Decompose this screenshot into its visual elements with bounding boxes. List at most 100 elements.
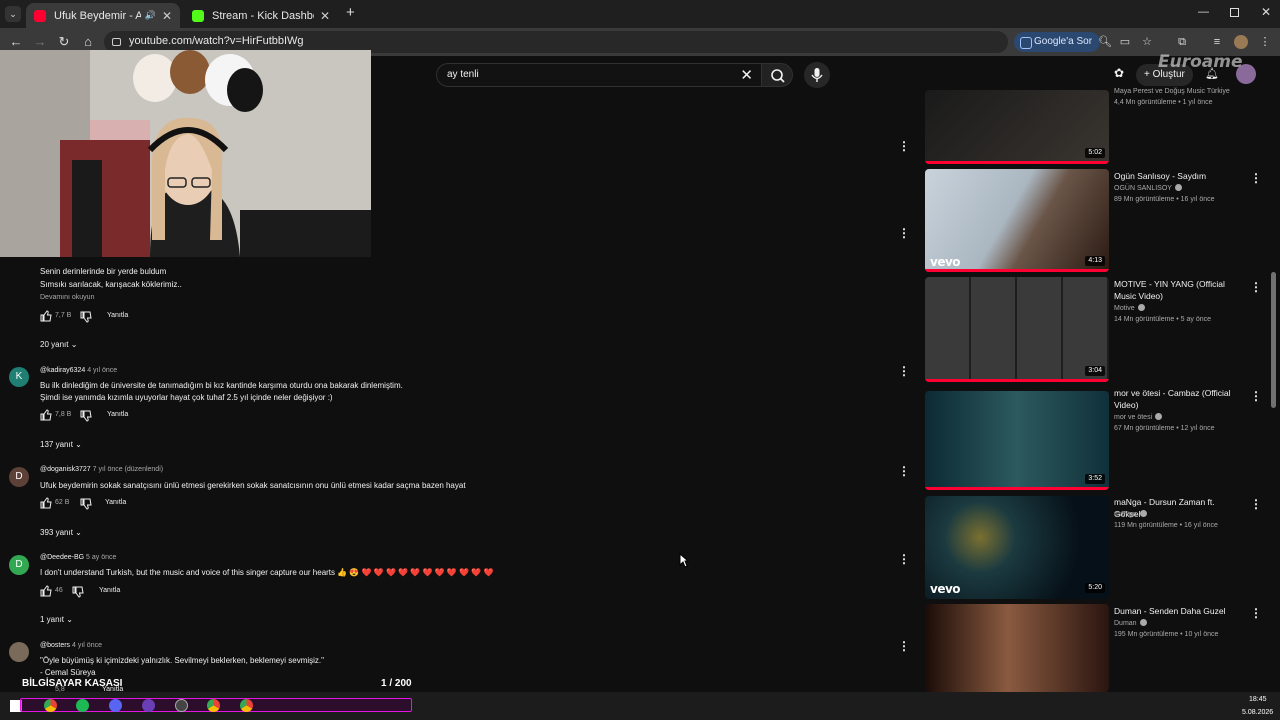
video-thumbnail[interactable]: [925, 604, 1109, 692]
tab-list-chevron-icon[interactable]: ⌄: [5, 6, 21, 22]
spotify-app-icon[interactable]: [76, 699, 89, 712]
video-channel[interactable]: OGÜN SANLISOY: [1114, 184, 1182, 192]
search-query-text: ay tenli: [447, 69, 479, 80]
forward-icon[interactable]: →: [32, 34, 48, 50]
like-count: 7,8 B: [55, 411, 72, 418]
minimize-icon[interactable]: —: [1198, 6, 1209, 18]
thumbs-down-icon[interactable]: [80, 311, 92, 323]
thumbs-up-icon[interactable]: [40, 497, 52, 509]
back-icon[interactable]: ←: [8, 34, 24, 50]
clock-date[interactable]: 5.08.2026: [1242, 709, 1273, 716]
replies-toggle[interactable]: 20 yanıt ⌄: [40, 340, 77, 349]
comment-text-line: Bu ilk dinlediğim de üniversite de tanım…: [40, 381, 403, 390]
video-title[interactable]: Duman - Senden Daha Guzel: [1114, 605, 1240, 617]
page-scrollbar[interactable]: [1271, 272, 1276, 408]
comment-menu-icon[interactable]: ⋮: [898, 552, 910, 566]
tab-youtube[interactable]: Ufuk Beydemir - Ay Tenli Kadın 🔊 ✕: [26, 3, 180, 28]
obs-app-icon[interactable]: [142, 699, 155, 712]
search-button[interactable]: [761, 63, 793, 87]
video-channel[interactable]: Duman: [1114, 619, 1147, 627]
mini-player-icon[interactable]: ✿: [1114, 66, 1128, 80]
app-icon[interactable]: [175, 699, 188, 712]
comment-avatar[interactable]: [9, 642, 29, 662]
replies-toggle[interactable]: 393 yanıt ⌄: [40, 528, 82, 537]
video-title[interactable]: Ogün Sanlısoy - Saydım: [1114, 170, 1240, 182]
comment-author[interactable]: @doganisk3727: [40, 466, 91, 473]
reply-button[interactable]: Yanıtla: [107, 312, 128, 319]
site-info-icon[interactable]: [112, 38, 121, 46]
video-duration: 5:20: [1085, 583, 1105, 593]
comment-menu-icon[interactable]: ⋮: [898, 464, 910, 478]
replies-toggle[interactable]: 1 yanıt ⌄: [40, 615, 73, 624]
reload-icon[interactable]: ↻: [56, 34, 72, 50]
reply-button[interactable]: Yanıtla: [105, 499, 126, 506]
thumbs-up-icon[interactable]: [40, 585, 52, 597]
chrome-app-icon[interactable]: [240, 699, 253, 712]
video-thumbnail[interactable]: vevo 4:13: [925, 169, 1109, 272]
video-channel[interactable]: mor ve ötesi: [1114, 413, 1163, 421]
comment-author[interactable]: @kadiray6324: [40, 367, 85, 374]
comment-menu-icon[interactable]: ⋮: [898, 364, 910, 378]
video-title[interactable]: MOTIVE - YIN YANG (Official Music Video): [1114, 278, 1240, 302]
comment-author[interactable]: @Deedee-BG: [40, 554, 84, 561]
comment-text-line: I don't understand Turkish, but the musi…: [40, 568, 494, 577]
menu-kebab-icon[interactable]: ⋮: [1258, 35, 1272, 49]
media-control-icon[interactable]: ≡: [1210, 35, 1224, 49]
discord-app-icon[interactable]: [109, 699, 122, 712]
comment-text-line: Ufuk beydemirin sokak sanatçısını ünlü e…: [40, 481, 466, 490]
bookmark-star-icon[interactable]: ☆: [1140, 35, 1154, 49]
video-menu-icon[interactable]: ⋮: [1250, 280, 1262, 294]
read-more-link[interactable]: Devamını okuyun: [40, 294, 94, 301]
home-icon[interactable]: ⌂: [80, 34, 96, 50]
video-menu-icon[interactable]: ⋮: [1250, 606, 1262, 620]
comment-menu-icon[interactable]: ⋮: [898, 139, 910, 153]
like-count: 7,7 B: [55, 312, 72, 319]
thumbs-up-icon[interactable]: [40, 310, 52, 322]
comment-author[interactable]: @bosters: [40, 642, 70, 649]
video-thumbnail[interactable]: 5:02: [925, 90, 1109, 164]
close-window-icon[interactable]: ✕: [1261, 5, 1271, 19]
zoom-icon[interactable]: 🔍︎: [1098, 35, 1112, 49]
thumbs-down-icon[interactable]: [72, 586, 84, 598]
reply-button[interactable]: Yanıtla: [99, 587, 120, 594]
chevron-down-icon: ⌄: [75, 528, 82, 537]
replies-toggle[interactable]: 137 yanıt ⌄: [40, 440, 82, 449]
video-channel[interactable]: Motive: [1114, 304, 1145, 312]
comment-menu-icon[interactable]: ⋮: [898, 639, 910, 653]
thumbs-down-icon[interactable]: [80, 410, 92, 422]
video-title[interactable]: mor ve ötesi - Cambaz (Official Video): [1114, 387, 1240, 411]
new-tab-button[interactable]: +: [346, 4, 355, 21]
video-thumbnail[interactable]: 3:04: [925, 277, 1109, 382]
speaker-icon[interactable]: 🔊: [145, 10, 156, 21]
video-menu-icon[interactable]: ⋮: [1250, 171, 1262, 185]
clock-time[interactable]: 18:45: [1249, 696, 1267, 703]
video-thumbnail[interactable]: vevo 5:20: [925, 496, 1109, 599]
clear-search-icon[interactable]: ✕: [740, 66, 753, 84]
close-tab-icon[interactable]: ✕: [320, 9, 330, 23]
comment-avatar[interactable]: K: [9, 367, 29, 387]
video-menu-icon[interactable]: ⋮: [1250, 389, 1262, 403]
comment-menu-icon[interactable]: ⋮: [898, 226, 910, 240]
cast-icon[interactable]: ▭: [1118, 35, 1132, 49]
thumbs-down-icon[interactable]: [80, 498, 92, 510]
replies-count: 20 yanıt: [40, 340, 69, 349]
video-menu-icon[interactable]: ⋮: [1250, 497, 1262, 511]
restore-icon[interactable]: [1230, 8, 1239, 17]
comment-avatar[interactable]: D: [9, 467, 29, 487]
google-ask-button[interactable]: Google'a Sor: [1014, 32, 1101, 52]
chrome-app-icon[interactable]: [207, 699, 220, 712]
chrome-app-icon[interactable]: [44, 699, 57, 712]
voice-search-button[interactable]: [804, 62, 830, 88]
profile-avatar[interactable]: [1234, 35, 1248, 49]
thumbs-up-icon[interactable]: [40, 409, 52, 421]
extensions-icon[interactable]: ⧉: [1175, 35, 1189, 49]
comment-avatar[interactable]: D: [9, 555, 29, 575]
tab-kick-dashboard[interactable]: Stream - Kick Dashboard ✕: [184, 3, 338, 28]
tab-title: Ufuk Beydemir - Ay Tenli Kadın: [54, 9, 141, 22]
video-channel[interactable]: Maya Perest ve Doğuş Music Türkiye: [1114, 88, 1230, 95]
video-channel[interactable]: maNga: [1114, 510, 1147, 518]
video-thumbnail[interactable]: 3:52: [925, 391, 1109, 490]
reply-button[interactable]: Yanıtla: [107, 411, 128, 418]
close-tab-icon[interactable]: ✕: [162, 9, 172, 23]
search-input[interactable]: ay tenli ✕: [436, 63, 762, 87]
